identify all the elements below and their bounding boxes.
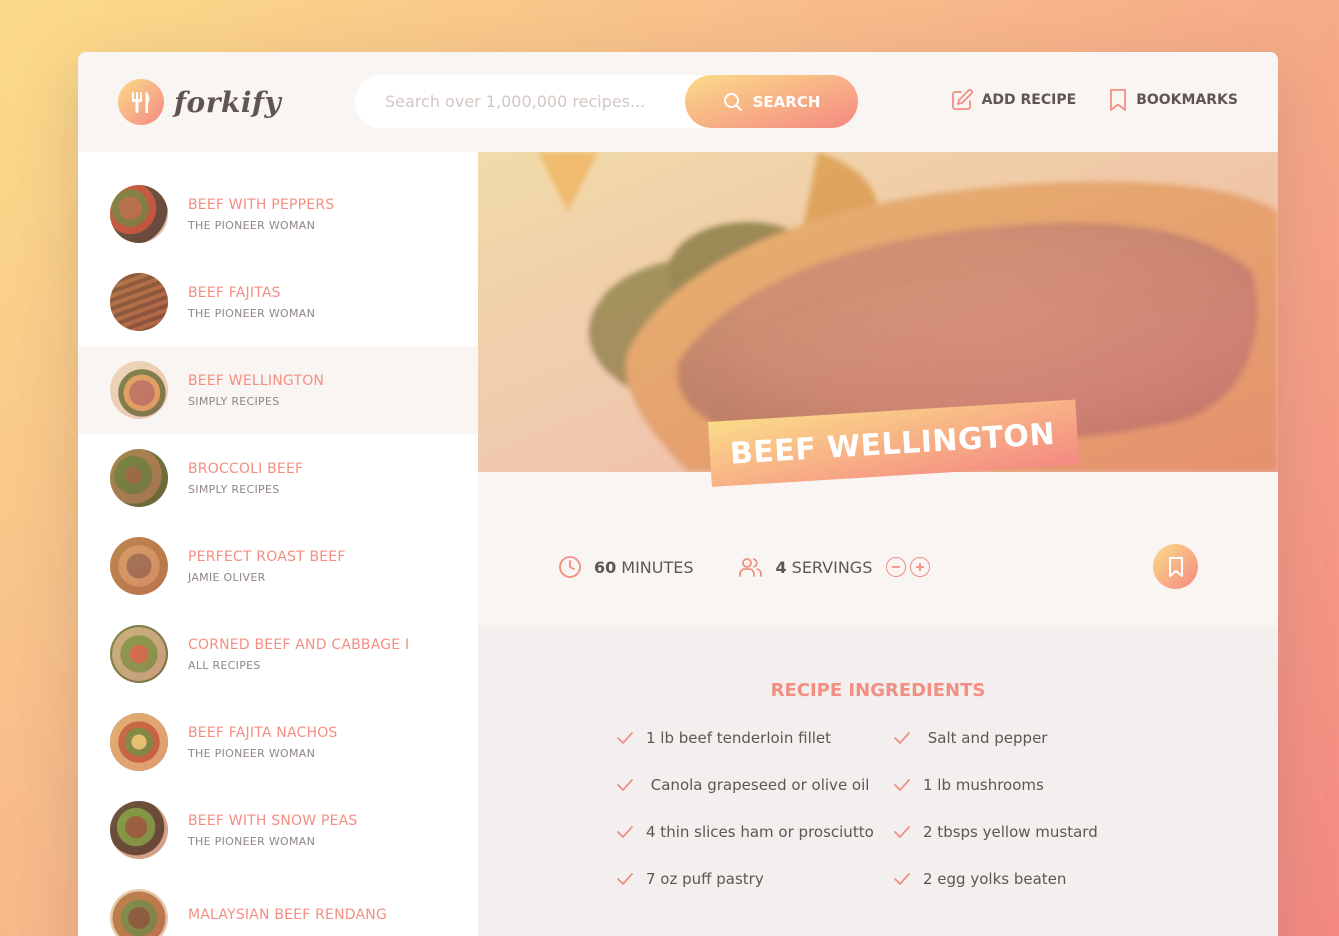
ingredient-item: Salt and pepper <box>893 728 1153 748</box>
ingredient-item: 2 egg yolks beaten <box>893 869 1153 889</box>
ingredient-item: 1 lb beef tenderloin fillet <box>616 728 893 748</box>
check-icon <box>894 873 910 886</box>
search-button[interactable]: SEARCH <box>685 75 858 128</box>
result-title: BEEF FAJITA NACHOS <box>188 724 338 741</box>
increase-servings-button[interactable] <box>910 557 931 577</box>
bookmark-recipe-button[interactable] <box>1153 544 1198 589</box>
recipe-servings: 4 SERVINGS <box>738 555 931 579</box>
ingredients-section: RECIPE INGREDIENTS 1 lb beef tenderloin … <box>478 627 1278 936</box>
add-recipe-button[interactable]: ADD RECIPE <box>950 88 1077 112</box>
minutes-value: 60 <box>594 557 617 577</box>
result-title: BEEF WELLINGTON <box>188 372 325 389</box>
result-item[interactable]: CORNED BEEF AND CABBAGE I ALL RECIPES <box>78 610 478 698</box>
ingredient-item: 1 lb mushrooms <box>893 775 1153 795</box>
result-title: MALAYSIAN BEEF RENDANG <box>188 907 388 923</box>
logo[interactable]: forkify <box>118 78 281 126</box>
result-item[interactable]: PERFECT ROAST BEEF JAMIE OLIVER <box>78 522 478 610</box>
result-item-active[interactable]: BEEF WELLINGTON SIMPLY RECIPES <box>78 346 478 434</box>
recipe-thumbnail <box>110 361 168 419</box>
bookmark-icon <box>1168 556 1183 577</box>
result-publisher: THE PIONEER WOMAN <box>188 306 316 320</box>
edit-icon <box>951 89 973 110</box>
bookmark-icon <box>1110 89 1127 111</box>
result-title: BEEF WITH PEPPERS <box>188 196 335 213</box>
add-recipe-label: ADD RECIPE <box>981 92 1077 108</box>
minus-circle-icon <box>892 566 901 568</box>
search-icon <box>723 92 742 111</box>
recipe-view: BEEF WELLINGTON 60 MINUTES 4 SERVINGS RE… <box>478 152 1278 936</box>
result-title: BROCCOLI BEEF <box>188 460 304 477</box>
result-publisher: JAMIE OLIVER <box>188 570 266 584</box>
result-publisher: THE PIONEER WOMAN <box>188 218 316 232</box>
result-title: BEEF FAJITAS <box>188 284 281 301</box>
ingredient-item: 4 thin slices ham or prosciutto <box>616 822 893 842</box>
result-item[interactable]: BROCCOLI BEEF SIMPLY RECIPES <box>78 434 478 522</box>
ingredients-list: 1 lb beef tenderloin fillet Salt and pep… <box>616 728 1153 889</box>
users-icon <box>738 558 762 577</box>
check-icon <box>617 826 633 839</box>
fork-knife-icon <box>118 79 164 125</box>
result-item[interactable]: BEEF FAJITA NACHOS THE PIONEER WOMAN <box>78 698 478 786</box>
servings-value: 4 <box>775 557 787 577</box>
recipe-thumbnail <box>110 801 168 859</box>
servings-unit: SERVINGS <box>791 557 873 577</box>
check-icon <box>894 826 910 839</box>
decrease-servings-button[interactable] <box>886 557 907 577</box>
check-icon <box>617 779 633 792</box>
clock-icon <box>559 556 581 578</box>
minutes-unit: MINUTES <box>621 557 694 577</box>
header: forkify SEARCH ADD RECIPE <box>78 52 1278 152</box>
recipe-thumbnail <box>110 625 168 683</box>
nav: ADD RECIPE BOOKMARKS <box>950 88 1238 112</box>
result-publisher: THE PIONEER WOMAN <box>188 834 316 848</box>
result-publisher: SIMPLY RECIPES <box>188 482 280 496</box>
result-publisher: ALL RECIPES <box>188 658 261 672</box>
result-item[interactable]: BEEF WITH PEPPERS THE PIONEER WOMAN <box>78 170 478 258</box>
bookmarks-label: BOOKMARKS <box>1136 92 1238 108</box>
search-input[interactable] <box>385 81 685 122</box>
recipe-thumbnail <box>110 449 168 507</box>
search-form: SEARCH <box>355 75 858 128</box>
recipe-thumbnail <box>110 185 168 243</box>
result-title: BEEF WITH SNOW PEAS <box>188 812 358 829</box>
check-icon <box>894 732 910 745</box>
app-container: forkify SEARCH ADD RECIPE <box>78 52 1278 936</box>
result-publisher: THE PIONEER WOMAN <box>188 746 316 760</box>
logo-text: forkify <box>174 85 282 119</box>
check-icon <box>617 873 633 886</box>
recipe-duration: 60 MINUTES <box>558 555 694 579</box>
ingredient-item: 7 oz puff pastry <box>616 869 893 889</box>
result-publisher: SIMPLY RECIPES <box>188 394 280 408</box>
bookmarks-button[interactable]: BOOKMARKS <box>1108 88 1238 112</box>
recipe-thumbnail <box>110 273 168 331</box>
result-item[interactable]: BEEF WITH SNOW PEAS THE PIONEER WOMAN <box>78 786 478 874</box>
check-icon <box>617 732 633 745</box>
result-title: CORNED BEEF AND CABBAGE I <box>188 636 410 653</box>
search-results: BEEF WITH PEPPERS THE PIONEER WOMAN BEEF… <box>78 152 478 936</box>
result-item[interactable]: BEEF FAJITAS THE PIONEER WOMAN <box>78 258 478 346</box>
ingredient-item: Canola grapeseed or olive oil <box>616 775 893 795</box>
ingredient-item: 2 tbsps yellow mustard <box>893 822 1153 842</box>
search-button-label: SEARCH <box>752 92 821 111</box>
recipe-details: 60 MINUTES 4 SERVINGS <box>558 544 1198 589</box>
check-icon <box>894 779 910 792</box>
recipe-thumbnail <box>110 713 168 771</box>
ingredients-heading: RECIPE INGREDIENTS <box>770 680 986 701</box>
plus-circle-icon <box>916 563 925 571</box>
recipe-thumbnail <box>110 537 168 595</box>
recipe-thumbnail <box>110 889 168 936</box>
result-title: PERFECT ROAST BEEF <box>188 548 346 565</box>
result-item[interactable]: MALAYSIAN BEEF RENDANG <box>78 874 478 936</box>
